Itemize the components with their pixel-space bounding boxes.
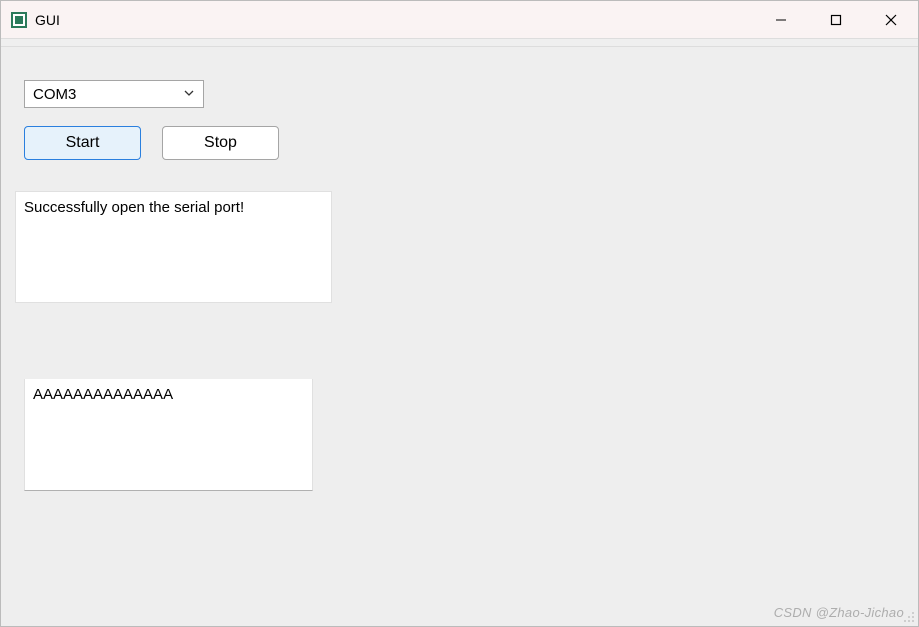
port-select[interactable]: COM3: [24, 80, 204, 108]
window-title: GUI: [35, 12, 60, 28]
chevron-down-icon: [183, 86, 195, 103]
stop-button-label: Stop: [204, 134, 237, 152]
resize-grip-icon[interactable]: [903, 611, 915, 623]
maximize-button[interactable]: [808, 1, 863, 39]
stop-button[interactable]: Stop: [162, 126, 279, 160]
minimize-button[interactable]: [753, 1, 808, 39]
log-text: Successfully open the serial port!: [24, 199, 244, 216]
port-select-value: COM3: [33, 86, 76, 103]
watermark: CSDN @Zhao-Jichao: [774, 605, 904, 620]
close-button[interactable]: [863, 1, 918, 39]
app-window: GUI COM3 Start Stop Successfully open th…: [0, 0, 919, 627]
log-output[interactable]: Successfully open the serial port!: [15, 191, 332, 303]
start-button-label: Start: [66, 134, 100, 152]
menubar: [1, 39, 918, 47]
send-input-text: AAAAAAAAAAAAAA: [33, 386, 173, 403]
titlebar[interactable]: GUI: [1, 1, 918, 39]
send-input[interactable]: AAAAAAAAAAAAAA: [24, 379, 313, 491]
app-icon: [11, 12, 27, 28]
start-button[interactable]: Start: [24, 126, 141, 160]
client-area: COM3 Start Stop Successfully open the se…: [1, 47, 918, 626]
